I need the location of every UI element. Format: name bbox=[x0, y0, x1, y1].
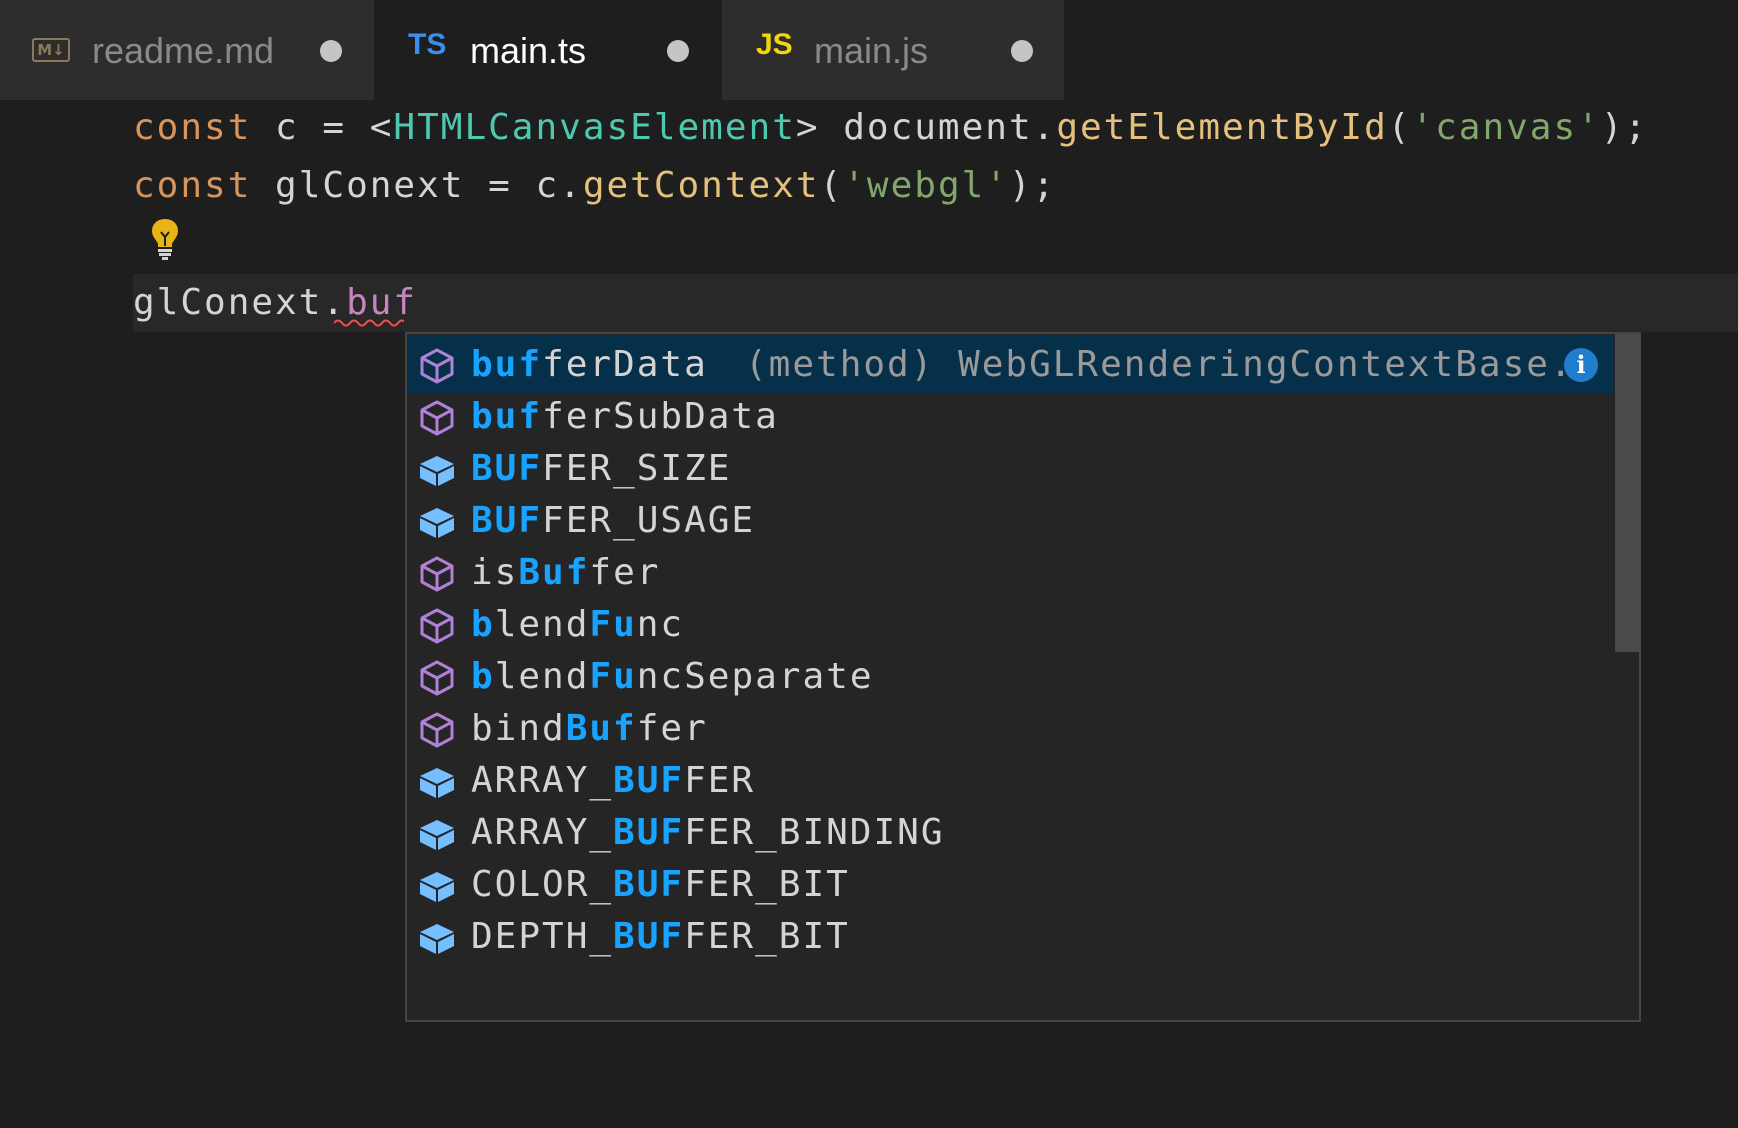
suggestion-item[interactable]: bufferSubData bbox=[407, 388, 1613, 446]
tab-label: readme.md bbox=[92, 30, 275, 71]
suggestion-label: DEPTH_BUFFER_BIT bbox=[471, 916, 850, 957]
suggestion-label: bufferData bbox=[471, 344, 708, 385]
suggestion-item[interactable]: bindBuffer bbox=[407, 700, 1613, 758]
suggestion-label: BUFFER_USAGE bbox=[471, 500, 756, 541]
function-name: getElementById bbox=[1056, 107, 1388, 148]
suggestion-item[interactable]: blendFuncSeparate bbox=[407, 648, 1613, 706]
modified-dot-icon[interactable] bbox=[667, 40, 689, 62]
modified-dot-icon[interactable] bbox=[320, 40, 342, 62]
suggestion-label: ARRAY_BUFFER_BINDING bbox=[471, 812, 945, 853]
suggestion-label: ARRAY_BUFFER bbox=[471, 760, 756, 801]
suggestion-item[interactable]: DEPTH_BUFFER_BIT bbox=[407, 908, 1613, 966]
suggestion-item[interactable]: ARRAY_BUFFER_BINDING bbox=[407, 804, 1613, 862]
suggestion-label: bufferSubData bbox=[471, 396, 779, 437]
string-literal: 'canvas' bbox=[1411, 107, 1601, 148]
suggestion-label: COLOR_BUFFER_BIT bbox=[471, 864, 850, 905]
method-icon bbox=[417, 554, 457, 594]
function-name: getContext bbox=[582, 165, 820, 206]
suggestion-item[interactable]: isBuffer bbox=[407, 544, 1613, 602]
typescript-file-icon: TS bbox=[408, 28, 447, 61]
field-icon bbox=[417, 502, 457, 542]
tab-bar: M↓ readme.md TS main.ts JS main.js bbox=[0, 0, 1738, 100]
method-icon bbox=[417, 606, 457, 646]
scrollbar[interactable] bbox=[1613, 334, 1641, 1020]
partial-identifier: buf bbox=[346, 282, 418, 323]
method-icon bbox=[417, 346, 457, 386]
method-icon bbox=[417, 398, 457, 438]
field-icon bbox=[417, 918, 457, 958]
type-name: HTMLCanvasElement bbox=[393, 107, 796, 148]
suggestion-label: bindBuffer bbox=[471, 708, 708, 749]
tab-label: main.js bbox=[814, 30, 929, 71]
code-line-1[interactable]: const c = <HTMLCanvasElement> document.g… bbox=[133, 100, 1648, 156]
suggest-widget[interactable]: bufferData (method) WebGLRenderingContext… bbox=[405, 332, 1641, 1022]
suggestion-item[interactable]: COLOR_BUFFER_BIT bbox=[407, 856, 1613, 914]
string-literal: 'webgl' bbox=[843, 165, 1009, 206]
modified-dot-icon[interactable] bbox=[1011, 40, 1033, 62]
code-text: > document. bbox=[795, 107, 1057, 148]
markdown-file-icon: M↓ bbox=[32, 38, 70, 62]
code-line-2[interactable]: const glConext = c.getContext('webgl'); bbox=[133, 158, 1056, 214]
tab-main-js[interactable]: JS main.js bbox=[722, 0, 1064, 100]
code-text: glConext. bbox=[133, 282, 347, 323]
code-text: c = < bbox=[251, 107, 394, 148]
code-text: ( bbox=[819, 165, 844, 206]
code-text: ); bbox=[1600, 107, 1649, 148]
suggestion-item[interactable]: BUFFER_USAGE bbox=[407, 492, 1613, 550]
error-squiggle bbox=[334, 319, 404, 327]
method-icon bbox=[417, 658, 457, 698]
method-icon bbox=[417, 710, 457, 750]
suggestion-item[interactable]: ARRAY_BUFFER bbox=[407, 752, 1613, 810]
keyword: const bbox=[133, 107, 252, 148]
lightbulb-icon[interactable] bbox=[148, 216, 182, 260]
suggestion-label: isBuffer bbox=[471, 552, 661, 593]
suggestion-detail: (method) WebGLRenderingContextBase.… bbox=[745, 344, 1598, 385]
suggestion-label: BUFFER_SIZE bbox=[471, 448, 732, 489]
javascript-file-icon: JS bbox=[756, 28, 793, 61]
field-icon bbox=[417, 814, 457, 854]
tab-main-ts[interactable]: TS main.ts bbox=[374, 0, 722, 100]
field-icon bbox=[417, 450, 457, 490]
tab-label: main.ts bbox=[470, 30, 587, 71]
code-text: ); bbox=[1008, 165, 1057, 206]
suggestion-item[interactable]: BUFFER_SIZE bbox=[407, 440, 1613, 498]
keyword: const bbox=[133, 165, 252, 206]
field-icon bbox=[417, 762, 457, 802]
scrollbar-thumb[interactable] bbox=[1615, 334, 1641, 652]
info-icon[interactable]: i bbox=[1564, 348, 1598, 382]
code-text: ( bbox=[1387, 107, 1412, 148]
tab-readme[interactable]: M↓ readme.md bbox=[0, 0, 374, 100]
code-text: glConext = c. bbox=[251, 165, 583, 206]
suggestion-item[interactable]: bufferData (method) WebGLRenderingContext… bbox=[407, 336, 1613, 394]
suggestion-label: blendFunc bbox=[471, 604, 685, 645]
field-icon bbox=[417, 866, 457, 906]
suggestion-item[interactable]: blendFunc bbox=[407, 596, 1613, 654]
suggestion-label: blendFuncSeparate bbox=[471, 656, 874, 697]
